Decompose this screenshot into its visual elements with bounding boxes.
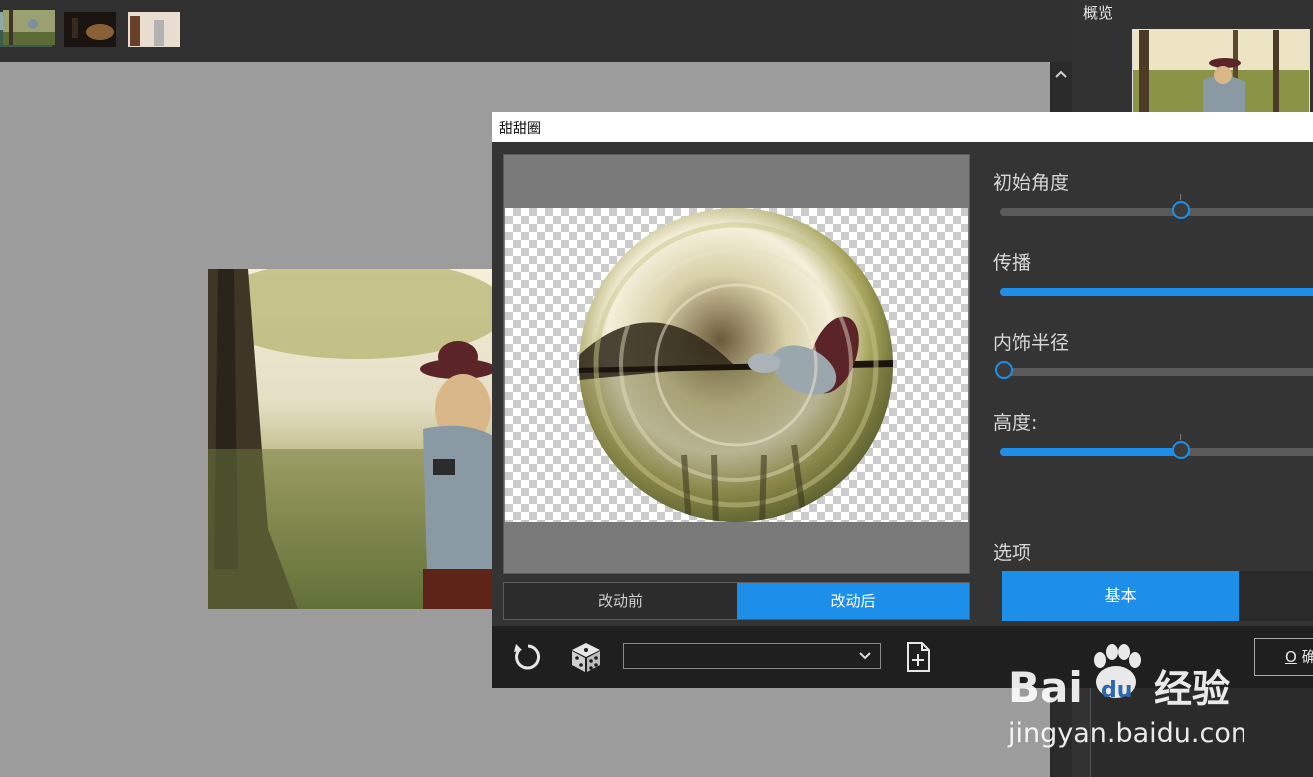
- height-label: 高度:: [993, 412, 1038, 434]
- chevron-down-icon: [858, 646, 872, 664]
- thumbnail-portrait[interactable]: [128, 12, 180, 47]
- donut-effect-dialog: 甜甜圈 改动前 改动后 初始角度 传播 内饰半径 高度: 选项 基本 O: [492, 112, 1313, 688]
- start-angle-label: 初始角度: [993, 172, 1070, 194]
- slider-center-tick: [1180, 194, 1181, 200]
- height-slider[interactable]: [1000, 434, 1313, 459]
- slider-center-tick: [1180, 434, 1181, 440]
- ok-label: 确: [1302, 648, 1313, 666]
- spread-fill: [1000, 288, 1313, 296]
- preset-dropdown[interactable]: [623, 643, 881, 669]
- tab-before[interactable]: 改动前: [504, 583, 738, 619]
- scroll-up-icon[interactable]: [1050, 66, 1072, 84]
- inner-radius-knob[interactable]: [995, 361, 1013, 379]
- donut-preview-image: [579, 208, 893, 522]
- dialog-title: 甜甜圈: [499, 121, 541, 137]
- canvas-photo: [208, 269, 498, 609]
- spread-label: 传播: [993, 252, 1032, 274]
- panel-lower-area: [1090, 688, 1313, 777]
- effect-preview: [503, 154, 970, 574]
- inner-radius-label: 内饰半径: [993, 332, 1070, 354]
- dialog-footer: O 确: [492, 626, 1313, 688]
- reset-icon[interactable]: [511, 641, 545, 673]
- filmstrip: [0, 0, 1072, 62]
- before-after-tabs: 改动前 改动后: [503, 582, 970, 620]
- thumbnail-dark-room[interactable]: [64, 12, 116, 47]
- tab-after[interactable]: 改动后: [737, 583, 969, 619]
- randomize-dice-icon[interactable]: [569, 641, 603, 673]
- dialog-body: 改动前 改动后 初始角度 传播 内饰半径 高度: 选项 基本: [492, 142, 1313, 626]
- start-angle-knob[interactable]: [1172, 201, 1190, 219]
- inner-radius-slider[interactable]: [995, 361, 1313, 379]
- options-label: 选项: [993, 542, 1032, 564]
- dialog-titlebar[interactable]: 甜甜圈: [492, 112, 1313, 142]
- overview-title: 概览: [1083, 4, 1114, 22]
- save-preset-icon[interactable]: [902, 641, 936, 673]
- height-fill: [1000, 448, 1180, 456]
- ok-button[interactable]: O 确: [1254, 638, 1313, 676]
- overview-thumbnail[interactable]: [1132, 29, 1310, 115]
- spread-slider[interactable]: [1000, 288, 1313, 296]
- height-knob[interactable]: [1172, 441, 1190, 459]
- option-advanced-button[interactable]: [1240, 571, 1313, 621]
- ok-mnemonic: O: [1285, 648, 1297, 666]
- start-angle-slider[interactable]: [1000, 194, 1313, 219]
- option-basic-button[interactable]: 基本: [1002, 571, 1239, 621]
